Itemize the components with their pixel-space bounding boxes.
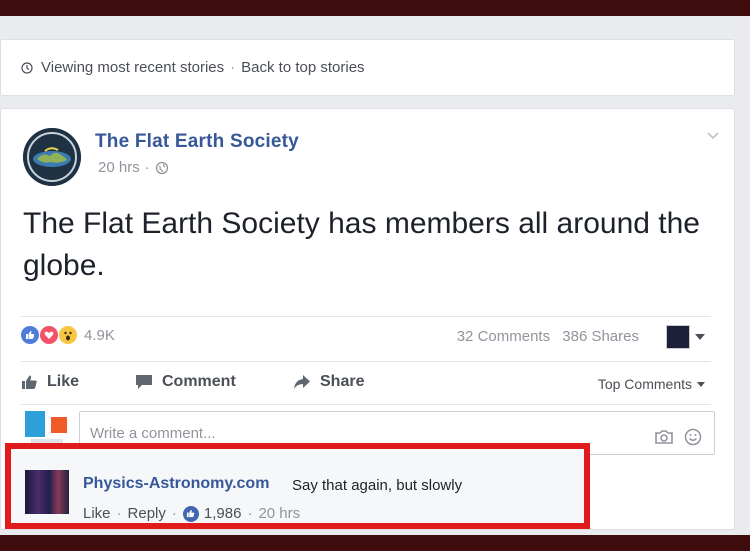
clock-icon xyxy=(21,61,33,74)
post-text: The Flat Earth Society has members all a… xyxy=(23,207,700,282)
share-button[interactable]: Share xyxy=(293,373,364,391)
caret-down-icon xyxy=(695,334,705,340)
back-to-top-stories-link[interactable]: Back to top stories xyxy=(241,59,364,76)
post-stats: 4.9K 32 Comments 386 Shares xyxy=(21,316,711,349)
like-reaction-icon xyxy=(21,326,39,344)
highlighted-comment: Physics-Astronomy.com Say that again, bu… xyxy=(5,443,590,529)
post-actions: Like Comment Share Top Comments xyxy=(21,361,711,405)
post-time[interactable]: 20 hrs xyxy=(98,159,140,176)
image-frame-top xyxy=(0,0,750,16)
separator: · xyxy=(247,505,253,522)
camera-icon[interactable] xyxy=(654,429,674,445)
smiley-icon[interactable] xyxy=(684,428,702,446)
thumbs-up-icon xyxy=(22,375,37,389)
page-avatar[interactable] xyxy=(23,128,81,186)
like-button[interactable]: Like xyxy=(21,373,79,391)
stories-row: Viewing most recent stories · Back to to… xyxy=(21,59,365,76)
comment-text: Say that again, but slowly xyxy=(292,477,463,494)
reactions-summary[interactable]: 4.9K xyxy=(21,326,115,344)
like-badge-icon xyxy=(182,505,199,522)
separator: · xyxy=(116,505,122,522)
comment-reply-button[interactable]: Reply xyxy=(128,505,166,522)
reactions-count: 4.9K xyxy=(84,326,115,344)
globe-icon[interactable] xyxy=(155,161,169,175)
caret-down-icon xyxy=(697,381,705,387)
page-chooser[interactable] xyxy=(666,325,705,349)
comment-input-tools xyxy=(644,428,702,446)
engagement-counts: 32 Comments 386 Shares xyxy=(449,328,639,345)
flat-earth-logo-icon xyxy=(23,128,81,186)
love-reaction-icon xyxy=(40,326,58,344)
comment-label: Comment xyxy=(162,373,236,390)
comment-time[interactable]: 20 hrs xyxy=(258,505,300,522)
comment-sort-label: Top Comments xyxy=(597,376,692,392)
comment-input-placeholder: Write a comment... xyxy=(90,425,216,442)
comment-like-button[interactable]: Like xyxy=(83,505,111,522)
shares-count-link[interactable]: 386 Shares xyxy=(562,328,639,345)
comment-actions: Like · Reply · 1,986 · 20 hrs xyxy=(83,505,300,522)
like-label: Like xyxy=(47,373,80,390)
image-frame-bottom xyxy=(0,535,750,551)
separator: · xyxy=(230,59,236,76)
stories-bar: Viewing most recent stories · Back to to… xyxy=(0,39,735,96)
post-author[interactable]: The Flat Earth Society xyxy=(95,131,299,153)
comment-author-avatar[interactable] xyxy=(25,470,69,514)
speech-bubble-icon xyxy=(136,375,152,389)
comment-author[interactable]: Physics-Astronomy.com xyxy=(83,475,269,493)
page-thumbnail xyxy=(666,325,690,349)
share-arrow-icon xyxy=(294,375,310,389)
separator: · xyxy=(171,505,177,522)
comment-sort-dropdown[interactable]: Top Comments xyxy=(598,376,705,392)
viewing-label: Viewing most recent stories xyxy=(41,59,225,76)
comment-likes-count[interactable]: 1,986 xyxy=(204,505,242,522)
separator: · xyxy=(144,159,150,176)
chevron-down-icon[interactable] xyxy=(706,131,720,141)
wow-reaction-icon xyxy=(59,326,77,344)
post-meta: 20 hrs · xyxy=(98,159,169,176)
comment-button[interactable]: Comment xyxy=(135,373,236,391)
share-label: Share xyxy=(320,373,365,390)
comments-count-link[interactable]: 32 Comments xyxy=(457,328,550,345)
